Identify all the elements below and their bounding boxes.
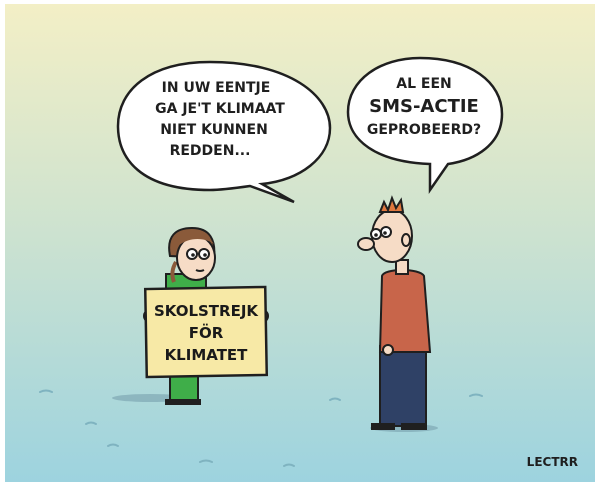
cartoon-panel: IN UW EENTJE GA JE'T KLIMAAT NIET KUNNEN… (5, 4, 595, 482)
speech-left-line-4: REDDEN... (170, 143, 251, 159)
speech-left-line-3: NIET KUNNEN (160, 122, 268, 138)
panel-background (5, 4, 595, 482)
man-trousers (379, 345, 427, 427)
sign-line-1: SKOLSTREJK (154, 302, 259, 320)
man-sweater (378, 269, 432, 353)
speech-right-line-1: AL EEN (396, 76, 451, 92)
sign-line-2: FÖR (189, 323, 224, 342)
speech-right-line-3: GEPROBEERD? (367, 122, 481, 138)
artist-signature: LECTRR (527, 455, 578, 469)
speech-left-line-2: GA JE'T KLIMAAT (155, 101, 285, 117)
protest-sign: SKOLSTREJK FÖR KLIMATET (143, 285, 269, 379)
speech-left-line-1: IN UW EENTJE (162, 80, 271, 96)
speech-right-line-2: SMS-ACTIE (369, 96, 479, 117)
sign-line-3: KLIMATET (165, 346, 249, 364)
